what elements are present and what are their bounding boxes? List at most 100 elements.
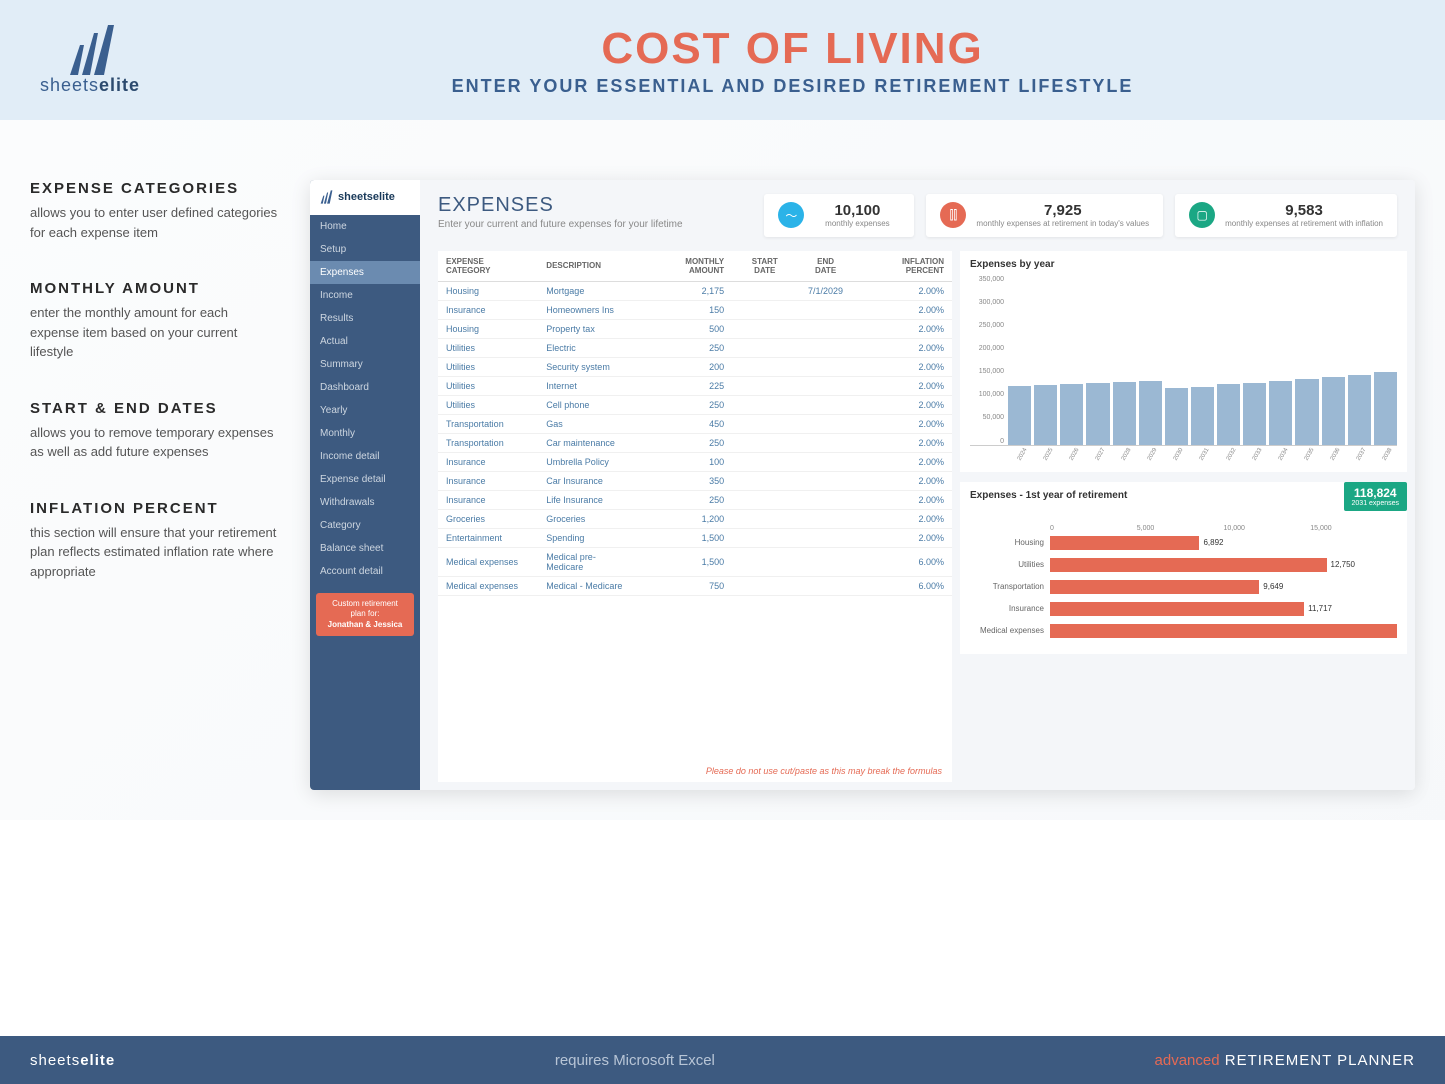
- bar: 2035: [1295, 379, 1318, 445]
- cell: 1,500: [641, 547, 732, 576]
- table-row[interactable]: EntertainmentSpending1,5002.00%: [438, 528, 952, 547]
- table-row[interactable]: InsuranceCar Insurance3502.00%: [438, 471, 952, 490]
- sidebar-item-summary[interactable]: Summary: [310, 353, 420, 376]
- sidebar-item-actual[interactable]: Actual: [310, 330, 420, 353]
- bar: 2025: [1034, 385, 1057, 445]
- sidebar-item-yearly[interactable]: Yearly: [310, 399, 420, 422]
- app-screenshot: sheetselite HomeSetupExpensesIncomeResul…: [310, 180, 1415, 790]
- badge-names: Jonathan & Jessica: [320, 620, 410, 630]
- table-row[interactable]: HousingMortgage2,1757/1/20292.00%: [438, 281, 952, 300]
- sidebar-item-expense-detail[interactable]: Expense detail: [310, 468, 420, 491]
- table-row[interactable]: InsuranceUmbrella Policy1002.00%: [438, 452, 952, 471]
- cell: [732, 357, 797, 376]
- brand-logo: sheetselite: [40, 25, 140, 96]
- cell: 2.00%: [854, 452, 952, 471]
- table-footer-note: Please do not use cut/paste as this may …: [438, 760, 952, 782]
- sidebar-item-expenses[interactable]: Expenses: [310, 261, 420, 284]
- cell: 2.00%: [854, 395, 952, 414]
- column-header: DESCRIPTION: [538, 251, 640, 282]
- cell: 225: [641, 376, 732, 395]
- cell: Insurance: [438, 452, 538, 471]
- cell: [732, 490, 797, 509]
- cell: Medical - Medicare: [538, 576, 640, 595]
- feature-title: INFLATION PERCENT: [30, 500, 280, 517]
- table-row[interactable]: TransportationGas4502.00%: [438, 414, 952, 433]
- column-header: MONTHLY AMOUNT: [641, 251, 732, 282]
- cell: 6.00%: [854, 576, 952, 595]
- stat-value: 9,583: [1225, 202, 1383, 219]
- section-title: EXPENSES: [438, 194, 752, 217]
- sidebar-item-account-detail[interactable]: Account detail: [310, 560, 420, 583]
- sidebar-item-income[interactable]: Income: [310, 284, 420, 307]
- sidebar-item-category[interactable]: Category: [310, 514, 420, 537]
- sidebar-item-income-detail[interactable]: Income detail: [310, 445, 420, 468]
- bottom-bar: sheetselite requires Microsoft Excel adv…: [0, 1036, 1445, 1084]
- stat-value: 7,925: [976, 202, 1149, 219]
- feature-title: MONTHLY AMOUNT: [30, 280, 280, 297]
- top-banner: sheetselite COST OF LIVING ENTER YOUR ES…: [0, 0, 1445, 120]
- sidebar-item-setup[interactable]: Setup: [310, 238, 420, 261]
- cell: [797, 414, 853, 433]
- cell: [732, 338, 797, 357]
- cell: 250: [641, 490, 732, 509]
- hbar-row: Medical expenses: [970, 624, 1397, 638]
- cell: [797, 452, 853, 471]
- content-header: EXPENSES Enter your current and future e…: [420, 180, 1415, 251]
- table-row[interactable]: InsuranceHomeowners Ins1502.00%: [438, 300, 952, 319]
- banner-titles: COST OF LIVING ENTER YOUR ESSENTIAL AND …: [180, 24, 1405, 97]
- sidebar-item-monthly[interactable]: Monthly: [310, 422, 420, 445]
- feature-desc: allows you to remove temporary expenses …: [30, 423, 280, 462]
- table-row[interactable]: Medical expensesMedical pre-Medicare1,50…: [438, 547, 952, 576]
- cell: [732, 395, 797, 414]
- chart-summary-badge: 118,824 2031 expenses: [1344, 482, 1407, 511]
- sidebar-item-home[interactable]: Home: [310, 215, 420, 238]
- table-row[interactable]: UtilitiesInternet2252.00%: [438, 376, 952, 395]
- table-row[interactable]: InsuranceLife Insurance2502.00%: [438, 490, 952, 509]
- bar: 2033: [1243, 383, 1266, 445]
- logo-icon: [60, 25, 120, 75]
- cell: [797, 509, 853, 528]
- bar: 2027: [1086, 383, 1109, 445]
- cell: Car Insurance: [538, 471, 640, 490]
- cell: Medical expenses: [438, 576, 538, 595]
- bar: 2031: [1191, 387, 1214, 445]
- stat-card-monthly: 〜 10,100monthly expenses: [764, 194, 914, 237]
- cell: 150: [641, 300, 732, 319]
- bar: 2024: [1008, 386, 1031, 445]
- sidebar-item-withdrawals[interactable]: Withdrawals: [310, 491, 420, 514]
- feature-item: INFLATION PERCENT this section will ensur…: [30, 500, 280, 582]
- sidebar-item-results[interactable]: Results: [310, 307, 420, 330]
- cell: Transportation: [438, 433, 538, 452]
- cell: Utilities: [438, 338, 538, 357]
- feature-list: EXPENSE CATEGORIESallows you to enter us…: [30, 180, 280, 790]
- cell: Electric: [538, 338, 640, 357]
- badge-line: plan for:: [320, 609, 410, 619]
- table-row[interactable]: UtilitiesCell phone2502.00%: [438, 395, 952, 414]
- cell: 1,200: [641, 509, 732, 528]
- table-row[interactable]: GroceriesGroceries1,2002.00%: [438, 509, 952, 528]
- badge-label: 2031 expenses: [1352, 500, 1399, 507]
- table-row[interactable]: HousingProperty tax5002.00%: [438, 319, 952, 338]
- table-row[interactable]: TransportationCar maintenance2502.00%: [438, 433, 952, 452]
- cell: [797, 528, 853, 547]
- bar: 2028: [1113, 382, 1136, 445]
- cell: 2.00%: [854, 319, 952, 338]
- cell: Housing: [438, 319, 538, 338]
- table-row[interactable]: Medical expensesMedical - Medicare7506.0…: [438, 576, 952, 595]
- chart-line-icon: 〜: [778, 202, 804, 228]
- feature-desc: this section will ensure that your retir…: [30, 523, 280, 582]
- stat-label: monthly expenses at retirement in today'…: [976, 219, 1149, 229]
- cell: 350: [641, 471, 732, 490]
- table-row[interactable]: UtilitiesSecurity system2002.00%: [438, 357, 952, 376]
- cell: Transportation: [438, 414, 538, 433]
- sidebar-item-balance-sheet[interactable]: Balance sheet: [310, 537, 420, 560]
- hbar-row: Utilities12,750: [970, 558, 1397, 572]
- table-row[interactable]: UtilitiesElectric2502.00%: [438, 338, 952, 357]
- cell: 2.00%: [854, 509, 952, 528]
- cell: Medical expenses: [438, 547, 538, 576]
- sidebar-item-dashboard[interactable]: Dashboard: [310, 376, 420, 399]
- badge-value: 118,824: [1352, 486, 1399, 500]
- hbar-row: Housing6,892: [970, 536, 1397, 550]
- cell: 2.00%: [854, 471, 952, 490]
- cell: [732, 528, 797, 547]
